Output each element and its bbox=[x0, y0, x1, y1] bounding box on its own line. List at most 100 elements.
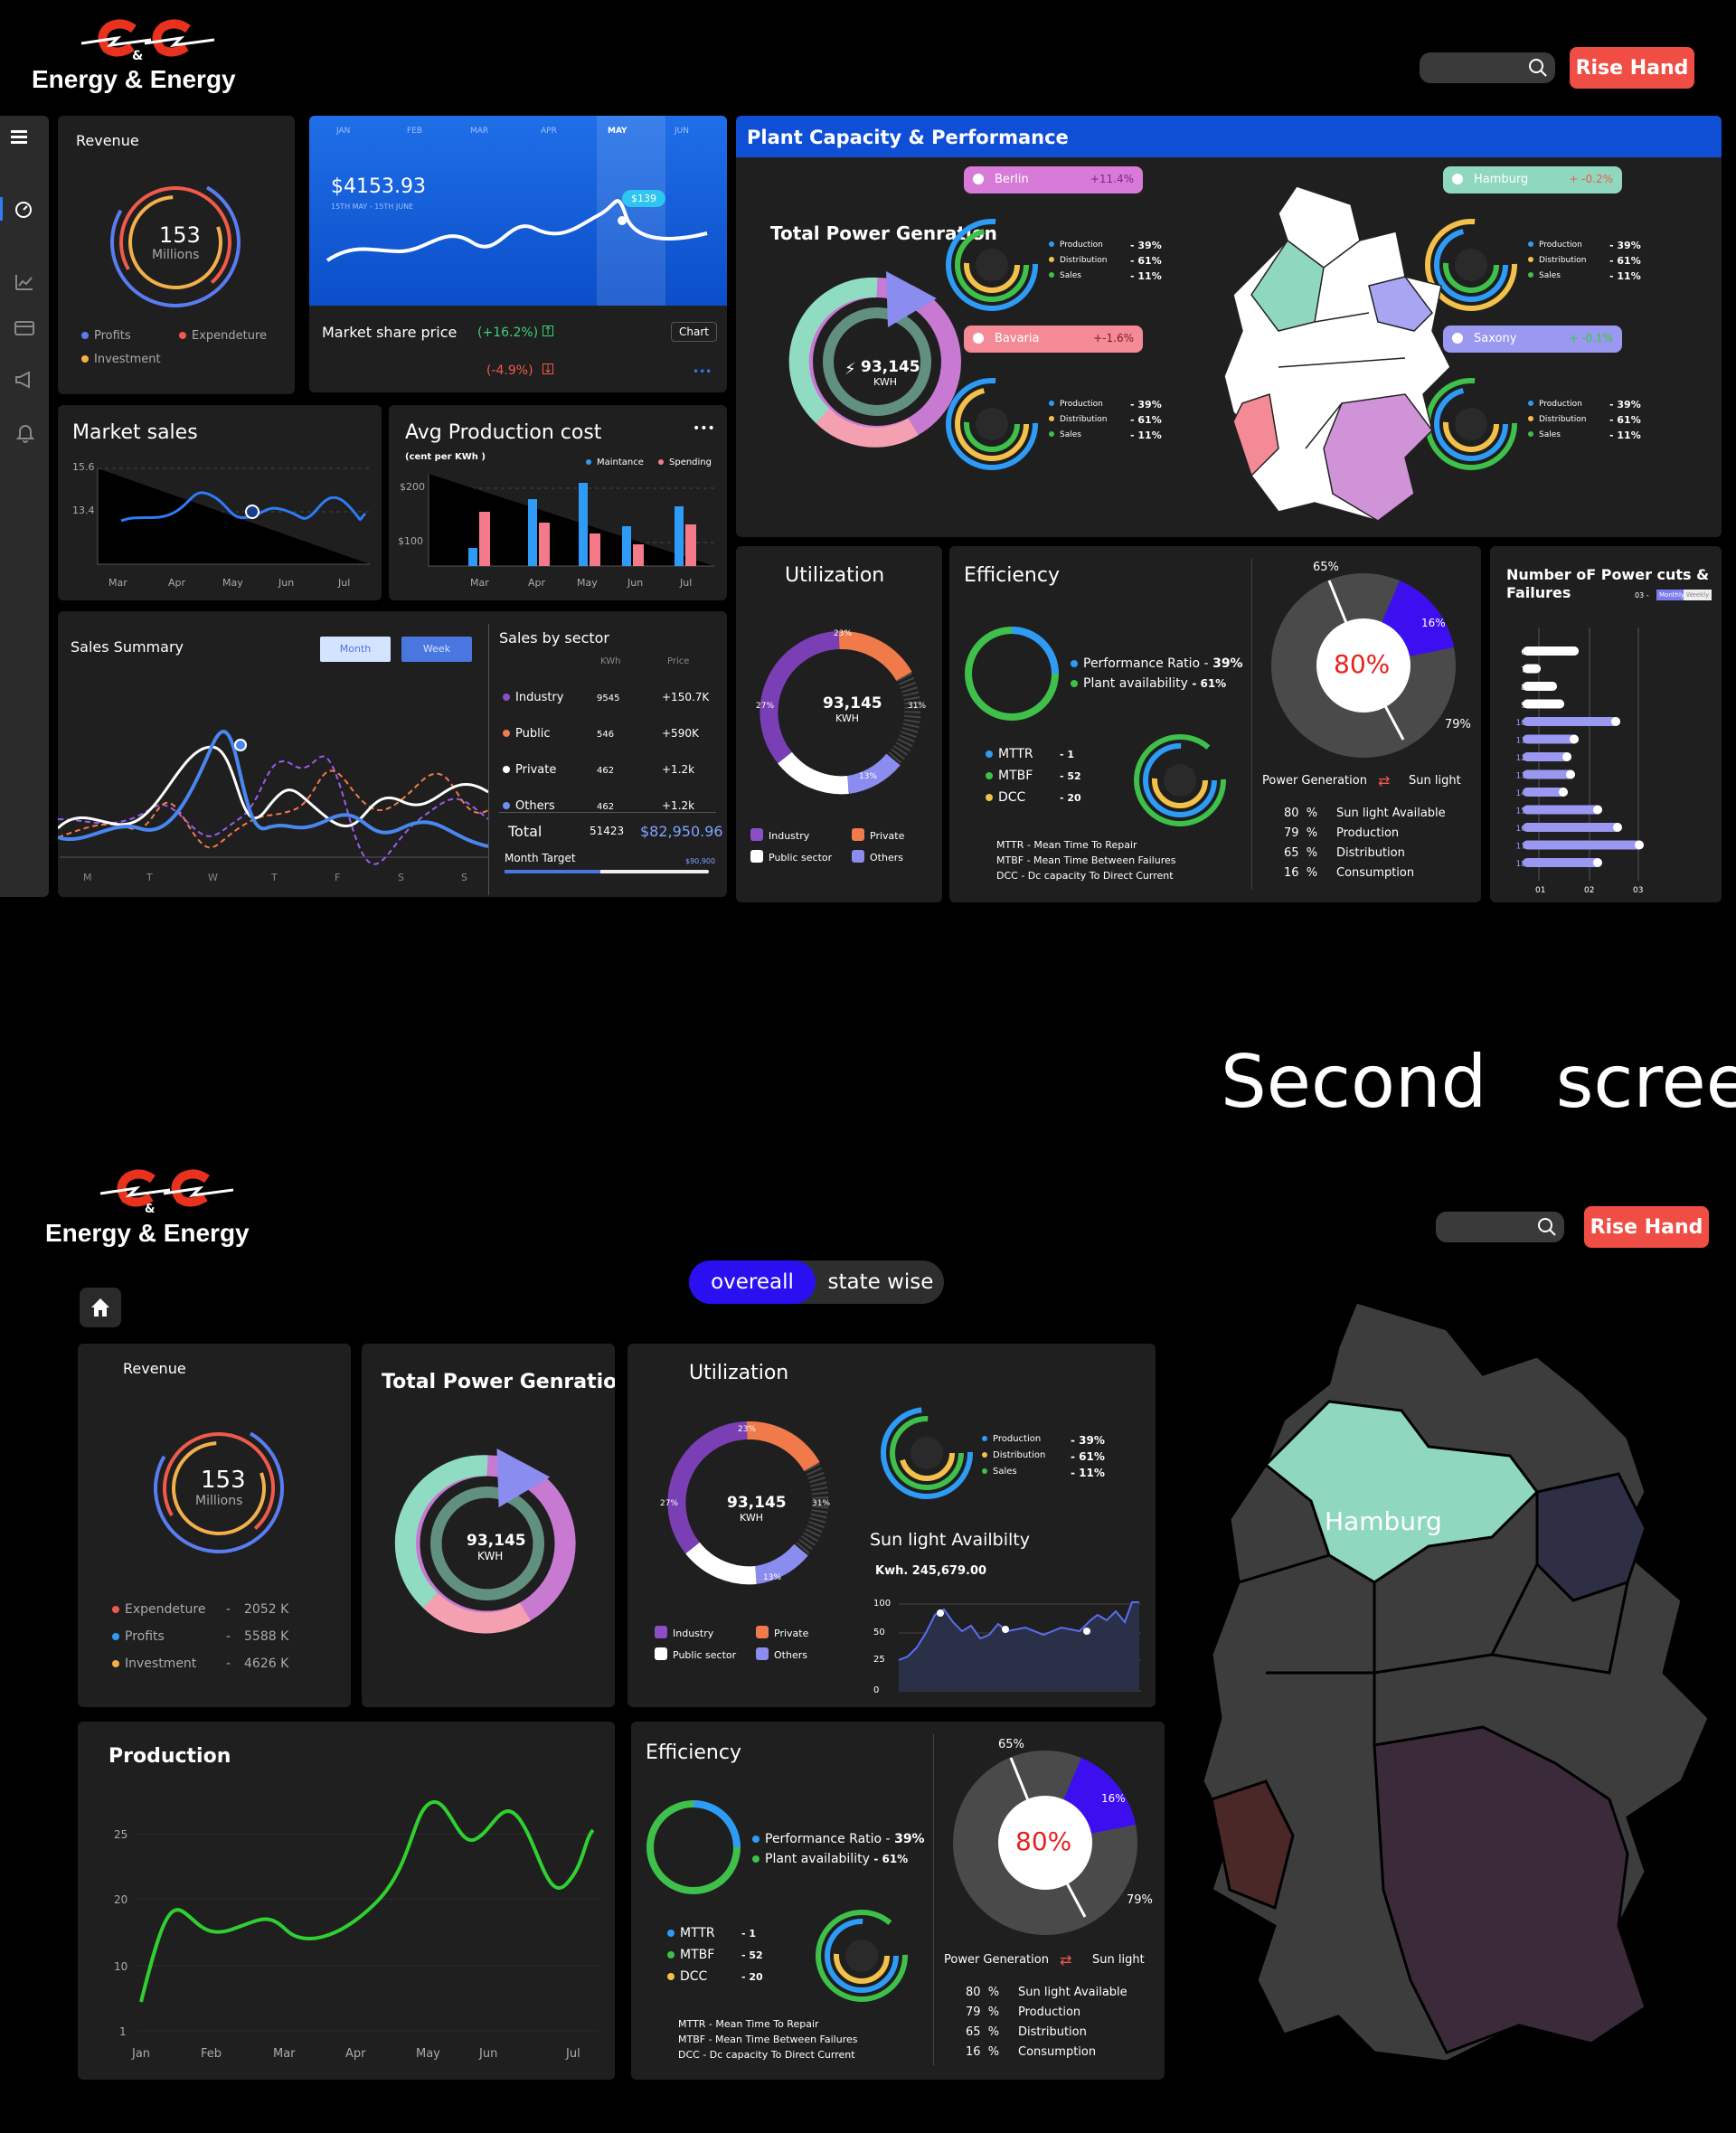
more-icon[interactable]: ••• bbox=[693, 365, 712, 378]
bell-icon[interactable] bbox=[16, 423, 34, 443]
target-progress bbox=[505, 870, 709, 873]
power-cuts-card: Number oF Power cuts & Failures 03 - Mon… bbox=[1490, 546, 1722, 902]
eff-note: MTBF - Mean Time Between Failures bbox=[996, 854, 1176, 866]
state-pill-hamburg[interactable]: Hamburg + -0.2% bbox=[1443, 166, 1622, 193]
eff-stat-label: Production bbox=[1018, 2006, 1081, 2019]
eff-title: Efficiency bbox=[646, 1741, 741, 1764]
metric-val: - 1 bbox=[741, 1928, 757, 1940]
production-line bbox=[137, 1799, 599, 2032]
sector-price: +590K bbox=[662, 727, 699, 740]
eff-divider bbox=[933, 1734, 934, 2065]
menu-icon[interactable] bbox=[11, 130, 29, 145]
eff-stat-label: Consumption bbox=[1336, 866, 1415, 880]
eff-note: MTTR - Mean Time To Repair bbox=[996, 839, 1137, 851]
eff-stat-label: Sun light Available bbox=[1018, 1986, 1127, 1999]
legend-expendeture: Expendeture bbox=[179, 329, 267, 343]
card-icon[interactable] bbox=[14, 320, 34, 336]
market-share-chart: JAN FEB MAR APR MAY JUN $4153.93 15TH MA… bbox=[309, 116, 727, 306]
market-share-card: JAN FEB MAR APR MAY JUN $4153.93 15TH MA… bbox=[309, 116, 727, 392]
state-row-val: - 61% bbox=[1609, 414, 1641, 426]
view-toggle: overeall state wise bbox=[689, 1260, 944, 1304]
toggle-state-wise[interactable]: state wise bbox=[817, 1260, 944, 1304]
x-tick: T bbox=[271, 872, 278, 883]
metric-mttr: MTTR bbox=[986, 747, 1033, 761]
logo-amp: & bbox=[145, 1203, 156, 1216]
sector-row: Others bbox=[503, 799, 555, 813]
state-pct: + -0.1% bbox=[1569, 332, 1613, 344]
eff-divider bbox=[1251, 559, 1252, 890]
pie-pct: 16% bbox=[1101, 1792, 1126, 1805]
rise-hand-button[interactable]: Rise Hand bbox=[1570, 47, 1694, 89]
state-row-val: - 61% bbox=[1130, 414, 1162, 426]
util-pct: 23% bbox=[834, 629, 853, 638]
util-pct: 13% bbox=[859, 772, 878, 781]
home-icon[interactable] bbox=[90, 1297, 111, 1318]
eff-stat-pct: 16 % bbox=[966, 2045, 1000, 2059]
x-tick: May bbox=[416, 2047, 440, 2061]
state-pill-saxony[interactable]: Saxony + -0.1% bbox=[1443, 326, 1622, 353]
sector-kwh: 462 bbox=[597, 802, 615, 812]
market-sales-card: Market sales 15.6 13.4 Mar Apr May Jun J… bbox=[58, 405, 382, 600]
metric-val: - 1 bbox=[1060, 749, 1075, 760]
pie-pct: 79% bbox=[1127, 1893, 1153, 1907]
eff-ring bbox=[646, 1800, 741, 1894]
revenue-title: Revenue bbox=[123, 1360, 186, 1377]
germany-map-large[interactable]: Hamburg bbox=[1194, 1293, 1718, 2080]
search-input-2[interactable] bbox=[1436, 1212, 1564, 1242]
metric-val: - 52 bbox=[1060, 770, 1081, 782]
search-icon[interactable] bbox=[1537, 1217, 1557, 1237]
util-pct: 27% bbox=[756, 702, 775, 711]
perf-ratio: Performance Ratio - 39% bbox=[752, 1832, 925, 1846]
sector-price: +1.2k bbox=[662, 799, 695, 812]
state-row-val: - 39% bbox=[1609, 240, 1641, 251]
total-label: Total bbox=[508, 823, 542, 840]
x-tick: T bbox=[146, 872, 153, 883]
legend-industry: Industry bbox=[750, 828, 809, 842]
revenue-card: Revenue 153 Millions Profits Expendeture… bbox=[58, 116, 295, 394]
toggle-overall[interactable]: overeall bbox=[689, 1260, 816, 1304]
state-pill-bavaria[interactable]: Bavaria +-1.6% bbox=[964, 326, 1143, 353]
state-pct: +-1.6% bbox=[1093, 332, 1134, 344]
share-title: Market share price bbox=[322, 324, 458, 341]
sector-price: +150.7K bbox=[662, 691, 710, 703]
radio-icon bbox=[973, 333, 984, 344]
pg-label: Power Generation bbox=[944, 1953, 1049, 1967]
state-pct: +11.4% bbox=[1090, 173, 1134, 185]
x-tick: Apr bbox=[168, 577, 186, 589]
plant-avail: Plant availability - 61% bbox=[1071, 676, 1226, 691]
plant-title: Plant Capacity & Performance bbox=[747, 127, 1069, 148]
eff-stat-label: Sun light Available bbox=[1336, 807, 1446, 820]
legend-others: Others bbox=[852, 850, 903, 864]
efficiency-card-2: Efficiency Performance Ratio - 39% Plant… bbox=[631, 1722, 1165, 2080]
revenue-card-2: Revenue 153 Millions Expendeture -2052 KP… bbox=[78, 1344, 351, 1707]
sl-label: Sun light bbox=[1409, 774, 1461, 788]
search-icon[interactable] bbox=[1528, 58, 1548, 78]
chart-button[interactable]: Chart bbox=[671, 322, 717, 342]
germany-map[interactable] bbox=[1224, 186, 1459, 530]
analytics-icon[interactable] bbox=[14, 273, 34, 291]
megaphone-icon[interactable] bbox=[14, 371, 34, 389]
revenue-row-dash: - bbox=[226, 1602, 231, 1617]
eff-ring bbox=[965, 627, 1059, 721]
revenue-value: 153 bbox=[159, 222, 201, 248]
state-name: Saxony bbox=[1474, 332, 1517, 345]
dashboard-icon[interactable] bbox=[14, 201, 33, 219]
search-input[interactable] bbox=[1420, 52, 1555, 83]
avg-bars bbox=[428, 474, 714, 567]
sun-line bbox=[898, 1601, 1141, 1692]
state-pill-berlin[interactable]: Berlin +11.4% bbox=[964, 166, 1143, 193]
radio-icon bbox=[973, 174, 984, 184]
eff-stat-label: Consumption bbox=[1018, 2045, 1097, 2059]
legend-profits: Profits bbox=[81, 329, 131, 343]
eff-note: DCC - Dc capacity To Direct Current bbox=[678, 2049, 855, 2061]
tpg-value: 93,145 bbox=[861, 358, 920, 376]
home-button[interactable] bbox=[80, 1288, 121, 1327]
x-tick: S bbox=[461, 872, 467, 883]
revenue-value: 153 bbox=[201, 1467, 246, 1494]
state-row-label: Production bbox=[1528, 400, 1582, 409]
rise-hand-button-2[interactable]: Rise Hand bbox=[1584, 1206, 1709, 1248]
eff-stat-label: Production bbox=[1336, 826, 1400, 840]
pg-label: Power Generation bbox=[1262, 774, 1367, 788]
util-unit: KWH bbox=[835, 713, 859, 724]
state-row-val: - 11% bbox=[1609, 429, 1641, 441]
